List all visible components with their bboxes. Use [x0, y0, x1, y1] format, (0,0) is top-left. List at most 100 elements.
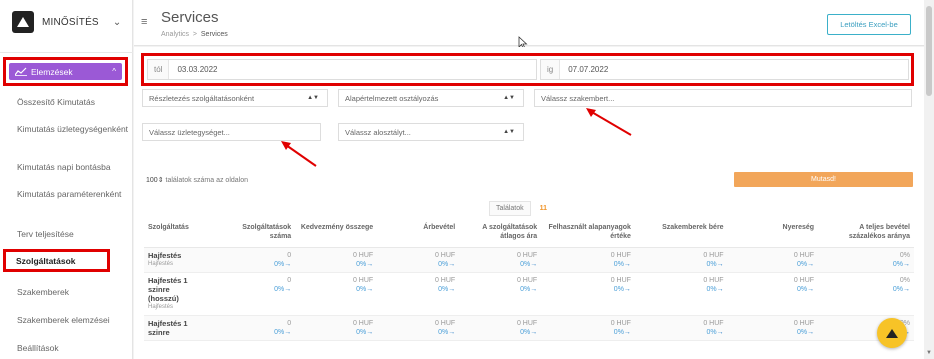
cell-percent: 0%: [274, 286, 285, 293]
date-to-field[interactable]: ig 07.07.2022: [540, 59, 909, 80]
sidebar-item-szakemberek[interactable]: Szakemberek: [17, 287, 129, 298]
scrollbar-thumb[interactable]: [926, 6, 932, 96]
sort-arrows-icon: ⇕: [157, 177, 164, 184]
col-header[interactable]: Szakemberek bére: [634, 219, 728, 248]
specialist-placeholder: Válassz szakembert...: [541, 93, 615, 103]
cell-percent: 0%: [438, 261, 449, 268]
business-unit-select[interactable]: Válassz üzletegységet...: [142, 123, 321, 141]
vertical-scrollbar[interactable]: ▼: [924, 0, 934, 359]
col-header[interactable]: Felhasznált alapanyagok értéke: [541, 219, 635, 248]
cell-value: 0 HUF: [516, 320, 538, 327]
cell-value: 0: [287, 277, 292, 284]
cell-percent: 0%: [892, 286, 903, 293]
brand-name: MINŐSÍTÉS: [42, 16, 99, 28]
service-name: Hajfestés 1 szinre (hosszú): [148, 276, 188, 303]
cell-value: 0 HUF: [352, 252, 374, 259]
cell-value: 0 HUF: [610, 277, 631, 284]
results-number: 11: [539, 204, 548, 212]
col-header[interactable]: Nyereség: [727, 219, 819, 248]
breadcrumb-separator: >: [192, 31, 197, 38]
logo: [12, 11, 34, 33]
sidebar-header[interactable]: MINŐSÍTÉS ⌄: [0, 0, 132, 44]
arrow-right-icon: →: [903, 286, 910, 293]
sidebar-item-terv[interactable]: Terv teljesítése: [17, 229, 129, 240]
table-header-row: Szolgáltatás Szolgáltatások száma Kedvez…: [144, 219, 914, 248]
specialist-select[interactable]: Válassz szakembert...: [534, 89, 912, 107]
cell-value: 0%: [899, 252, 910, 259]
date-to-value: 07.07.2022: [568, 65, 609, 74]
date-from-field[interactable]: tól 03.03.2022: [147, 59, 537, 80]
detail-select-value: Részletezés szolgáltatásonként: [149, 93, 255, 103]
business-unit-placeholder: Válassz üzletegységet...: [149, 127, 230, 137]
app-window: MINŐSÍTÉS ⌄ Elemzések ^ Összesítő Kimuta…: [0, 0, 934, 359]
logo-icon: [886, 328, 898, 338]
scroll-down-arrow-icon[interactable]: ▼: [926, 350, 932, 356]
breadcrumb-root[interactable]: Analytics: [161, 31, 189, 38]
class-select-value: Alapértelmezett osztályozás: [345, 93, 439, 103]
cell-percent: 0%: [892, 261, 903, 268]
sidebar-item-szakemberek-elemzesei[interactable]: Szakemberek elemzései: [17, 315, 129, 326]
sidebar-item-beallitasok[interactable]: Beállítások: [17, 343, 129, 354]
cell-percent: 0%: [520, 329, 531, 336]
detail-select[interactable]: Részletezés szolgáltatásonként ▲▼: [142, 89, 328, 107]
cell-value: 0 HUF: [352, 320, 374, 327]
service-category: Hajfestés: [148, 304, 174, 310]
table-row[interactable]: Hajfestés 1 szinre (hosszú) Hajfestés 0 0%…: [144, 272, 914, 316]
results-label: Találatok: [489, 200, 531, 216]
sidebar-item-parameter[interactable]: Kimutatás paraméterenként: [17, 189, 129, 200]
sidebar: MINŐSÍTÉS ⌄ Elemzések ^ Összesítő Kimuta…: [0, 0, 133, 359]
col-header[interactable]: Szolgáltatások száma: [216, 219, 296, 248]
arrow-right-icon: →: [448, 329, 456, 336]
cell-value: 0 HUF: [434, 277, 456, 284]
sidebar-item-szolgaltatasok[interactable]: Szolgáltatások: [3, 249, 110, 272]
date-to-prefix: ig: [541, 60, 561, 79]
cell-percent: 0%: [613, 329, 624, 336]
col-header[interactable]: A teljes bevétel százalékos aránya: [818, 219, 914, 248]
show-button[interactable]: Mutasd!: [734, 172, 913, 187]
sidebar-item-osszesito[interactable]: Összesítő Kimutatás: [17, 97, 129, 108]
cell-value: 0 HUF: [610, 320, 631, 327]
arrow-right-icon: →: [530, 329, 538, 336]
per-page-value: 100: [146, 177, 158, 184]
table-row[interactable]: Hajfestés 1 szinre 0 0%→ 0 HUF 0%→ 0 HUF 0%…: [144, 315, 914, 341]
arrow-right-icon: →: [903, 261, 910, 268]
sort-arrows-icon: ▲▼: [307, 95, 319, 101]
col-header[interactable]: Kedvezmény összege: [295, 219, 378, 248]
arrow-right-icon: →: [807, 329, 815, 336]
arrow-right-icon: →: [807, 261, 815, 268]
class-select[interactable]: Alapértelmezett osztályozás ▲▼: [338, 89, 524, 107]
chevron-up-icon: ^: [112, 67, 116, 76]
arrow-right-icon: →: [623, 286, 631, 293]
table-row[interactable]: Hajfestés Hajfestés 0 0%→ 0 HUF 0%→ 0 HUF 0%…: [144, 247, 914, 273]
sidebar-item-napi[interactable]: Kimutatás napi bontásba: [17, 162, 129, 173]
floating-action-button[interactable]: [877, 318, 907, 348]
cell-percent: 0%: [796, 329, 808, 336]
cell-percent: 0%: [356, 286, 367, 293]
cell-value: 0: [287, 252, 292, 259]
top-bar: ≡ Services Analytics > Services Letöltés…: [134, 0, 924, 50]
arrow-right-icon: →: [623, 329, 631, 336]
cell-value: 0 HUF: [793, 277, 815, 284]
arrow-right-icon: →: [807, 286, 815, 293]
service-name: Hajfestés 1 szinre: [148, 319, 188, 337]
sidebar-divider: [0, 52, 133, 53]
col-header[interactable]: A szolgáltatások átlagos ára: [459, 219, 542, 248]
col-header[interactable]: Árbevétel: [377, 219, 460, 248]
arrow-right-icon: →: [366, 329, 374, 336]
cell-value: 0 HUF: [793, 252, 815, 259]
sidebar-group-elemzesek[interactable]: Elemzések ^: [9, 63, 122, 80]
cell-value: 0 HUF: [516, 277, 538, 284]
export-excel-button[interactable]: Letöltés Excel-be: [827, 14, 911, 35]
cell-value: 0 HUF: [703, 252, 724, 259]
sidebar-item-uzletegyseg[interactable]: Kimutatás üzletegységenként: [17, 124, 129, 135]
cell-percent: 0%: [613, 261, 624, 268]
cell-percent: 0%: [356, 261, 367, 268]
chevron-down-icon[interactable]: ⌄: [113, 17, 121, 28]
per-page-control[interactable]: 100⇕ találatok száma az oldalon: [146, 176, 248, 184]
cell-percent: 0%: [706, 329, 717, 336]
hamburger-menu-icon[interactable]: ≡: [141, 16, 147, 28]
arrow-right-icon: →: [448, 261, 456, 268]
subclass-select[interactable]: Válassz alosztályt... ▲▼: [338, 123, 524, 141]
arrow-right-icon: →: [284, 329, 292, 336]
col-header[interactable]: Szolgáltatás: [144, 219, 217, 248]
